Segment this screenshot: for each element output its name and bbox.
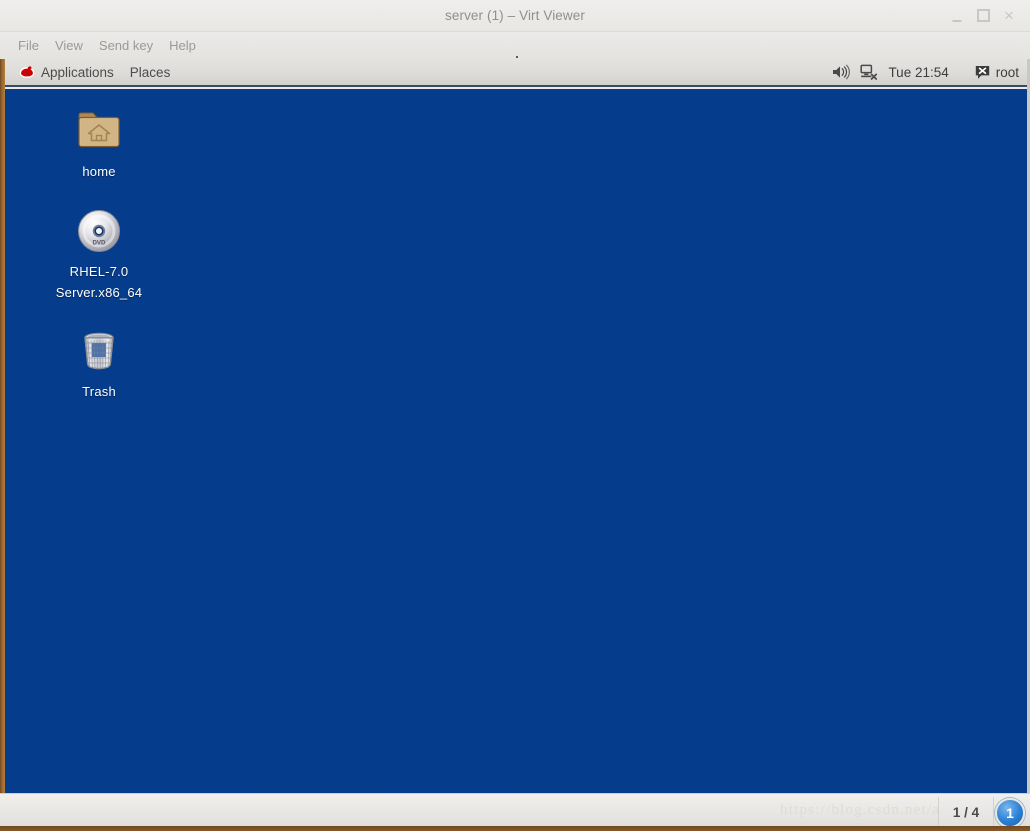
screenshot-root: server (1) – Virt Viewer × File View Sen… [0, 0, 1030, 831]
page-indicator[interactable]: 1 / 4 [938, 797, 994, 827]
gnome-top-panel: Applications Places Tue 21:54 root [5, 59, 1027, 87]
desktop-icon-label: RHEL-7.0 Server.x86_64 [55, 264, 143, 300]
virt-viewer-window: server (1) – Virt Viewer × File View Sen… [0, 0, 1030, 831]
window-bottom-edge [0, 826, 1030, 831]
applications-menu-button[interactable]: Applications [11, 59, 122, 85]
desktop-icon-dvd[interactable]: DVD RHEL-7.0 Server.x86_64 [44, 207, 154, 303]
messaging-icon[interactable] [975, 65, 990, 80]
panel-left-group: Applications Places [5, 59, 178, 85]
home-folder-icon [75, 107, 123, 155]
menu-view[interactable]: View [47, 36, 91, 55]
minimize-button[interactable] [944, 3, 970, 29]
applications-label: Applications [41, 64, 114, 80]
notification-badge[interactable]: 1 [995, 798, 1025, 828]
window-titlebar[interactable]: server (1) – Virt Viewer × [0, 0, 1030, 32]
panel-right-group: Tue 21:54 root [832, 64, 1027, 80]
menu-send-key[interactable]: Send key [91, 36, 161, 55]
cursor-dot [516, 56, 518, 58]
desktop-icon-label: home [82, 164, 116, 179]
svg-text:DVD: DVD [92, 240, 106, 247]
dvd-disc-icon: DVD [75, 207, 123, 255]
desktop-icon-trash[interactable]: Trash [44, 327, 154, 402]
places-menu-button[interactable]: Places [122, 59, 179, 85]
volume-icon[interactable] [832, 64, 851, 80]
desktop-icon-label: Trash [82, 384, 116, 399]
window-title: server (1) – Virt Viewer [445, 8, 585, 23]
menu-file[interactable]: File [10, 36, 47, 55]
close-button[interactable]: × [996, 3, 1022, 29]
watermark-text: https://blog.csdn.net/aa [780, 802, 948, 818]
network-disconnected-icon[interactable] [860, 64, 878, 80]
desktop-icon-home[interactable]: home [44, 107, 154, 182]
panel-user-label[interactable]: root [996, 65, 1019, 80]
panel-clock[interactable]: Tue 21:54 [888, 65, 948, 80]
places-label: Places [129, 64, 171, 80]
menubar: File View Send key Help [0, 32, 1030, 59]
window-controls: × [944, 0, 1022, 31]
maximize-button[interactable] [970, 3, 996, 29]
menu-help[interactable]: Help [161, 36, 204, 55]
trash-can-icon [75, 327, 123, 375]
redhat-logo-icon [19, 64, 35, 80]
guest-desktop[interactable]: home DVD RHEL-7.0 Server.x86_64 Trash [5, 89, 1027, 793]
